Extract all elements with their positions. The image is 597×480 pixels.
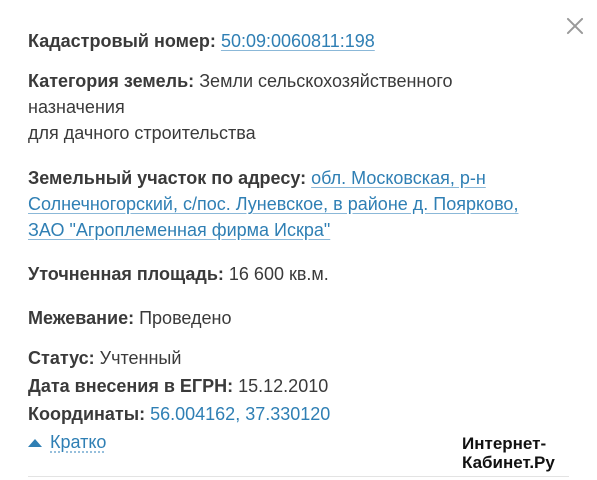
egrn-date-row: Дата внесения в ЕГРН: 15.12.2010 [28,373,328,399]
survey-value: Проведено [139,308,232,328]
status-value: Учтенный [99,348,182,368]
address-link-line3[interactable]: ЗАО "Агроплеменная фирма Искра" [28,220,330,240]
land-category-value-line2: назначения [28,97,125,117]
address-link-line1[interactable]: обл. Московская, р-н [311,168,486,188]
address-label: Земельный участок по адресу: [28,168,307,188]
cadastral-info-card: Кадастровый номер: 50:09:0060811:198 Кат… [0,0,597,480]
divider [28,476,569,477]
egrn-date-label: Дата внесения в ЕГРН: [28,376,234,396]
land-category-label: Категория земель: [28,71,195,91]
survey-row: Межевание: Проведено [28,305,232,331]
status-label: Статус: [28,348,95,368]
triangle-up-icon [28,438,42,447]
coordinates-row: Координаты: 56.004162, 37.330120 [28,401,330,427]
close-icon[interactable] [563,14,587,38]
coordinates-label: Координаты: [28,404,146,424]
land-category-value-line3: для дачного строительства [28,123,256,143]
cadastral-number-link[interactable]: 50:09:0060811:198 [221,31,375,51]
address-link-line2[interactable]: Солнечногорский, с/пос. Луневское, в рай… [28,194,518,214]
egrn-date-value: 15.12.2010 [238,376,329,396]
survey-label: Межевание: [28,308,135,328]
land-category-row: Категория земель: Земли сельскохозяйстве… [28,68,548,146]
watermark-line2: Кабинет.Ру [462,453,555,472]
area-value: 16 600 кв.м. [228,264,329,284]
land-category-value-line1: Земли сельскохозяйственного [199,71,453,91]
cadastral-number-row: Кадастровый номер: 50:09:0060811:198 [28,28,375,54]
area-row: Уточненная площадь: 16 600 кв.м. [28,261,329,287]
status-row: Статус: Учтенный [28,345,181,371]
cadastral-number-label: Кадастровый номер: [28,31,216,51]
watermark: Интернет- Кабинет.Ру [462,434,555,472]
area-label: Уточненная площадь: [28,264,224,284]
watermark-line1: Интернет- [462,434,547,453]
collapse-label: Кратко [50,432,107,452]
coordinates-value[interactable]: 56.004162, 37.330120 [150,404,330,424]
collapse-toggle[interactable]: Кратко [28,429,106,455]
address-row: Земельный участок по адресу: обл. Москов… [28,165,588,243]
